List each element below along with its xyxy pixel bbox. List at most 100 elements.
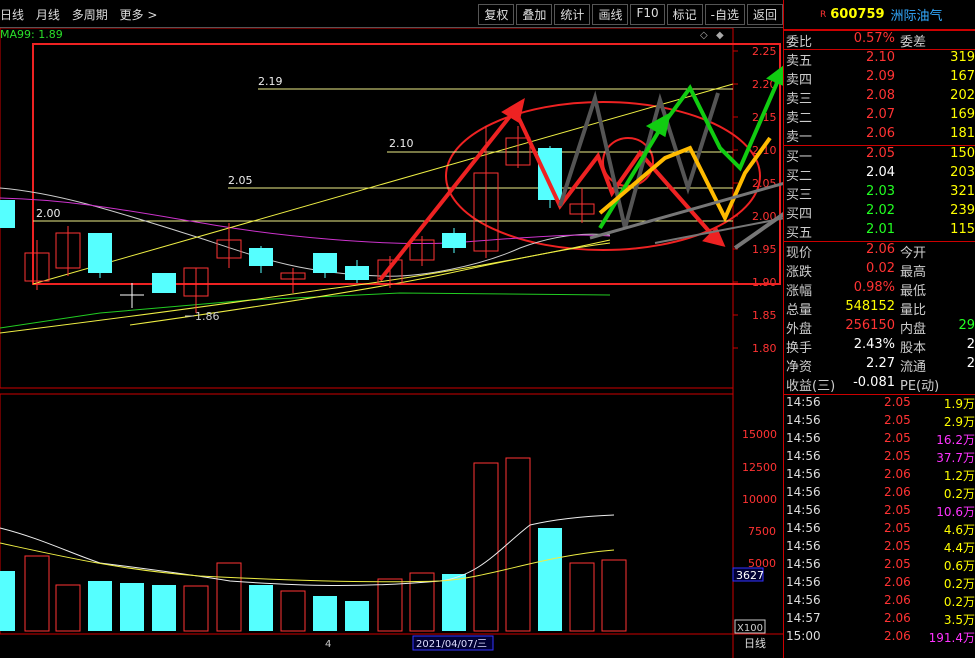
quote-value: 2 (966, 356, 975, 371)
more-menu[interactable]: 更多 > (120, 8, 158, 22)
order-volume: 239 (950, 203, 975, 218)
order-volume: 202 (950, 88, 975, 103)
tick-row: 14:56 2.05 10.6万 (784, 503, 975, 521)
tick-volume: 4.4万 (943, 541, 975, 555)
mark-button[interactable]: 标记 (666, 4, 703, 25)
quote-value: 256150 (845, 318, 895, 333)
overlay-button[interactable]: 叠加 (516, 4, 553, 25)
level-205-label: 2.05 (228, 174, 253, 187)
quote-row: 涨幅 0.98% 最低 (784, 280, 975, 299)
tick-row: 14:56 2.05 1.9万 (784, 395, 975, 413)
adjust-button[interactable]: 复权 (478, 4, 515, 25)
quote-label: 流通 (900, 360, 927, 375)
order-label: 买三 (786, 188, 813, 203)
tick-row: 14:56 2.06 0.2万 (784, 593, 975, 611)
multi-period-tab[interactable]: 多周期 (72, 8, 108, 22)
order-price: 2.04 (866, 165, 895, 180)
tick-volume: 0.2万 (943, 487, 975, 501)
quote-value: 29 (958, 318, 975, 333)
quote-row: 总量 548152 量比 (784, 299, 975, 318)
x-tick: 4 (325, 639, 331, 650)
daily-tab[interactable]: 日线 (0, 8, 24, 22)
order-label: 卖五 (786, 54, 813, 69)
draw-button[interactable]: 画线 (592, 4, 629, 25)
tick-row: 14:56 2.06 0.2万 (784, 575, 975, 593)
date-tag: 2021/04/07/三 (416, 639, 487, 650)
order-price: 2.06 (866, 126, 895, 141)
tick-price: 2.06 (884, 593, 911, 607)
quote-label: 收益(三) (786, 379, 836, 394)
tick-volume: 1.2万 (943, 469, 975, 483)
order-volume: 150 (950, 146, 975, 161)
tick-volume: 16.2万 (936, 433, 975, 447)
quote-row: 净资 2.27 流通 2 (784, 356, 975, 375)
order-label: 卖三 (786, 92, 813, 107)
back-button[interactable]: 返回 (746, 4, 783, 25)
tick-row: 14:56 2.05 2.9万 (784, 413, 975, 431)
tick-time: 14:56 (786, 503, 821, 517)
quote-value: -0.081 (853, 375, 895, 390)
quote-row: 收益(三) -0.081 PE(动) (784, 375, 975, 394)
quote-row: 换手 2.43% 股本 2 (784, 337, 975, 356)
f10-button[interactable]: F10 (630, 4, 665, 25)
period-label: 日线 (744, 636, 766, 650)
order-row-sell: 卖一 2.06 181 (784, 126, 975, 145)
tick-time: 14:56 (786, 485, 821, 499)
order-row-buy: 买三 2.03 321 (784, 184, 975, 203)
tick-volume: 0.2万 (943, 595, 975, 609)
order-price: 2.10 (866, 50, 895, 65)
axis-label: 7500 (748, 525, 776, 538)
ma99-label: MA99: 1.89 (0, 28, 63, 41)
quote-label: 最低 (900, 284, 927, 299)
quote-row: 涨跌 0.02 最高 (784, 261, 975, 280)
axis-label: 12500 (742, 461, 777, 474)
order-price: 2.08 (866, 88, 895, 103)
tick-volume: 1.9万 (943, 397, 975, 411)
quote-row: 外盘 256150 内盘 29 (784, 318, 975, 337)
order-volume: 169 (950, 107, 975, 122)
monthly-tab[interactable]: 月线 (36, 8, 60, 22)
order-price: 2.07 (866, 107, 895, 122)
chart-area[interactable]: ◇ ◆ 2.25 2.20 2.15 2.10 2.05 2.00 1.95 1… (0, 28, 783, 658)
tick-volume: 0.6万 (943, 559, 975, 573)
tick-time: 14:56 (786, 395, 821, 409)
order-row-sell: 卖五 2.10 319 (784, 50, 975, 69)
tick-price: 2.05 (884, 503, 911, 517)
tick-time: 14:56 (786, 557, 821, 571)
order-row-buy: 买二 2.04 203 (784, 165, 975, 184)
tick-time: 14:56 (786, 575, 821, 589)
quote-value: 548152 (845, 299, 895, 314)
quote-panel: R 600759 洲际油气 委比 0.57% 委差 卖五 2.10 319 卖四 2.0… (783, 0, 975, 658)
tick-price: 2.05 (884, 395, 911, 409)
quote-label: 股本 (900, 341, 927, 356)
axis-label: 2.25 (752, 45, 777, 58)
margin-badge: R (820, 9, 827, 20)
quote-label: 净资 (786, 360, 813, 375)
quote-value: 2.06 (866, 242, 895, 257)
tick-time: 14:56 (786, 449, 821, 463)
order-price: 2.02 (866, 203, 895, 218)
tick-volume: 191.4万 (928, 631, 975, 645)
quote-label: 涨跌 (786, 265, 813, 280)
tick-volume: 3.5万 (943, 613, 975, 627)
quote-label: 换手 (786, 341, 813, 356)
volume-marker: 3627 (736, 569, 764, 582)
tick-row: 14:56 2.05 37.7万 (784, 449, 975, 467)
diamond-icon: ◇ (700, 30, 708, 41)
order-price: 2.03 (866, 184, 895, 199)
order-row-buy: 买四 2.02 239 (784, 203, 975, 222)
watchlist-button[interactable]: -自选 (704, 4, 745, 25)
tick-price: 2.05 (884, 539, 911, 553)
order-label: 买四 (786, 207, 813, 222)
tick-row: 14:56 2.05 4.6万 (784, 521, 975, 539)
tick-price: 2.05 (884, 431, 911, 445)
order-label: 买一 (786, 150, 813, 165)
stats-button[interactable]: 统计 (554, 4, 591, 25)
tick-row: 14:56 2.06 1.2万 (784, 467, 975, 485)
kline-chart[interactable]: ◇ ◆ 2.25 2.20 2.15 2.10 2.05 2.00 1.95 1… (0, 28, 783, 658)
tick-volume: 4.6万 (943, 523, 975, 537)
label: 委比 (786, 35, 813, 50)
order-row-sell: 卖二 2.07 169 (784, 107, 975, 126)
order-volume: 319 (950, 50, 975, 65)
order-label: 买二 (786, 169, 813, 184)
